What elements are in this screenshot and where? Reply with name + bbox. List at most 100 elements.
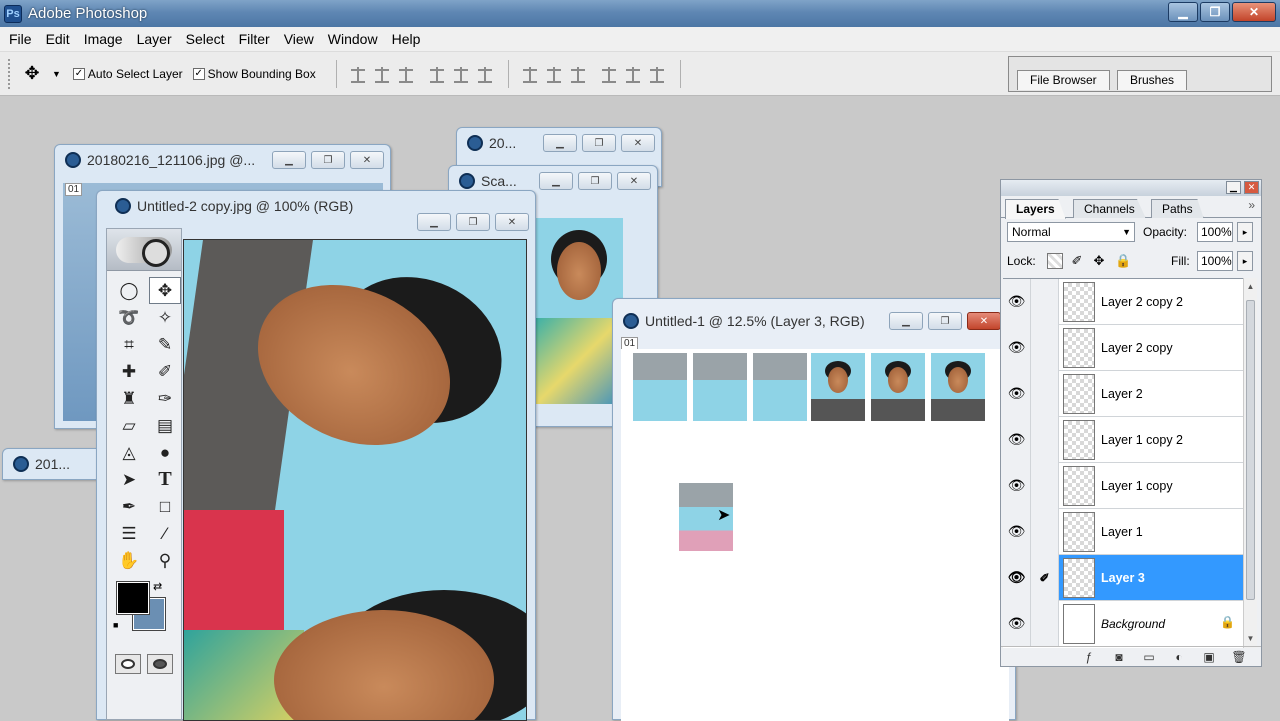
distribute-vertical-centers-icon[interactable] <box>544 66 566 83</box>
toolbox-header[interactable] <box>107 229 181 271</box>
new-layer-icon[interactable]: ▣ <box>1201 650 1217 664</box>
lasso-icon[interactable]: ➰ <box>113 304 145 331</box>
history-brush-icon[interactable]: ✑ <box>149 385 181 412</box>
auto-select-layer-checkbox[interactable]: ✓ <box>72 67 85 80</box>
layer-row[interactable]: 👁 Layer 1 copy 2 <box>1003 416 1243 463</box>
eye-icon[interactable]: 👁 <box>1003 324 1031 371</box>
tab-layers[interactable]: Layers <box>1005 199 1066 219</box>
photo-thumbnail[interactable] <box>811 353 865 421</box>
distribute-right-edges-icon[interactable] <box>647 66 669 83</box>
align-left-edges-icon[interactable] <box>427 66 449 83</box>
move-tool-icon[interactable]: ✥ <box>149 277 181 304</box>
blur-icon[interactable]: ◬ <box>113 439 145 466</box>
align-right-edges-icon[interactable] <box>475 66 497 83</box>
eye-icon[interactable]: 👁 <box>1003 278 1031 325</box>
layer-row-background[interactable]: 👁 Background 🔒 <box>1003 600 1243 647</box>
rectangle-shape-icon[interactable]: □ <box>149 493 181 520</box>
doc-minimize-button[interactable]: ▁ <box>543 134 577 152</box>
untitled-1-canvas[interactable]: ➤ <box>621 349 1009 721</box>
brush-icon[interactable]: ✐ <box>1031 554 1059 601</box>
tab-paths[interactable]: Paths <box>1151 199 1204 218</box>
palette-minimize-button[interactable]: ▁ <box>1226 181 1241 194</box>
auto-select-layer-option[interactable]: ✓ Auto Select Layer <box>72 67 183 81</box>
distribute-top-edges-icon[interactable] <box>520 66 542 83</box>
distribute-left-edges-icon[interactable] <box>599 66 621 83</box>
blend-mode-select[interactable]: Normal ▼ <box>1007 222 1135 242</box>
elliptical-marquee-icon[interactable]: ◯ <box>113 277 145 304</box>
doc-close-button[interactable]: ✕ <box>967 312 1001 330</box>
tab-file-browser[interactable]: File Browser <box>1017 70 1110 90</box>
lock-transparent-pixels-icon[interactable] <box>1047 253 1063 269</box>
eyedropper-icon[interactable]: ⁄ <box>149 520 181 547</box>
photo-thumbnail[interactable] <box>931 353 985 421</box>
layer-link-slot[interactable] <box>1031 462 1059 509</box>
new-group-icon[interactable]: ▭ <box>1141 650 1157 664</box>
hand-icon[interactable]: ✋ <box>113 547 145 574</box>
pen-icon[interactable]: ✒ <box>113 493 145 520</box>
photo-thumbnail[interactable] <box>753 353 807 421</box>
doc-close-button[interactable]: ✕ <box>617 172 651 190</box>
eye-icon[interactable]: 👁 <box>1003 416 1031 463</box>
fill-input[interactable]: 100% <box>1197 251 1233 271</box>
couple-photo-canvas[interactable] <box>183 239 527 721</box>
healing-brush-icon[interactable]: ✚ <box>113 358 145 385</box>
slice-icon[interactable]: ✎ <box>149 331 181 358</box>
menu-file[interactable]: File <box>2 27 39 52</box>
doc-close-button[interactable]: ✕ <box>495 213 529 231</box>
layer-link-slot[interactable] <box>1031 508 1059 555</box>
tab-channels[interactable]: Channels <box>1073 199 1146 218</box>
doc-maximize-button[interactable]: ❐ <box>456 213 490 231</box>
layer-row[interactable]: 👁 Layer 1 <box>1003 508 1243 555</box>
menu-edit[interactable]: Edit <box>39 27 77 52</box>
layer-link-slot[interactable] <box>1031 416 1059 463</box>
opacity-slider-button[interactable]: ▸ <box>1237 222 1253 242</box>
tool-preset-dropdown-icon[interactable]: ▼ <box>52 69 61 79</box>
doc-minimize-button[interactable]: ▁ <box>889 312 923 330</box>
align-top-edges-icon[interactable] <box>348 66 370 83</box>
lock-position-icon[interactable]: ✥ <box>1091 253 1107 269</box>
scroll-thumb[interactable] <box>1246 300 1255 600</box>
layer-row[interactable]: 👁 Layer 2 copy <box>1003 324 1243 371</box>
foreground-color-swatch[interactable] <box>116 581 150 615</box>
align-bottom-edges-icon[interactable] <box>396 66 418 83</box>
palette-close-button[interactable]: ✕ <box>1244 181 1259 194</box>
photo-thumbnail[interactable] <box>633 353 687 421</box>
minimize-button[interactable]: ▁ <box>1168 2 1198 22</box>
document-window-201[interactable]: 201... <box>2 448 102 480</box>
quick-mask-mode-button[interactable] <box>147 654 173 674</box>
eye-icon[interactable]: 👁 <box>1003 370 1031 417</box>
scroll-down-icon[interactable]: ▼ <box>1244 632 1257 646</box>
doc-maximize-button[interactable]: ❐ <box>578 172 612 190</box>
layer-link-slot[interactable] <box>1031 370 1059 417</box>
distribute-horizontal-centers-icon[interactable] <box>623 66 645 83</box>
standard-mode-button[interactable] <box>115 654 141 674</box>
layer-row[interactable]: 👁 Layer 2 <box>1003 370 1243 417</box>
gradient-icon[interactable]: ▤ <box>149 412 181 439</box>
document-title-bar[interactable]: 201... <box>3 449 101 479</box>
crop-icon[interactable]: ⌗ <box>113 331 145 358</box>
doc-maximize-button[interactable]: ❐ <box>582 134 616 152</box>
opacity-input[interactable]: 100% <box>1197 222 1233 242</box>
clone-stamp-icon[interactable]: ♜ <box>113 385 145 412</box>
layers-palette-header[interactable]: ▁ ✕ <box>1001 180 1261 196</box>
menu-help[interactable]: Help <box>385 27 428 52</box>
swap-colors-icon[interactable]: ⇄ <box>153 580 162 593</box>
layers-scrollbar[interactable]: ▲ ▼ <box>1243 278 1257 648</box>
doc-maximize-button[interactable]: ❐ <box>311 151 345 169</box>
document-window-untitled-1[interactable]: Untitled-1 @ 12.5% (Layer 3, RGB) ▁ ❐ ✕ … <box>612 298 1016 721</box>
show-bounding-box-option[interactable]: ✓ Show Bounding Box <box>192 67 316 81</box>
menu-layer[interactable]: Layer <box>130 27 179 52</box>
adjustment-layer-icon[interactable]: ◐ <box>1171 650 1187 664</box>
scanned-photo-canvas[interactable] <box>535 218 623 404</box>
type-tool-icon[interactable]: T <box>149 466 181 493</box>
lock-all-icon[interactable]: 🔒 <box>1115 253 1131 269</box>
eye-icon[interactable]: 👁 <box>1003 462 1031 509</box>
eye-icon[interactable]: 👁 <box>1003 508 1031 555</box>
doc-minimize-button[interactable]: ▁ <box>417 213 451 231</box>
menu-image[interactable]: Image <box>77 27 130 52</box>
brush-icon[interactable]: ✐ <box>149 358 181 385</box>
path-selection-icon[interactable]: ➤ <box>113 466 145 493</box>
restore-button[interactable]: ❐ <box>1200 2 1230 22</box>
trash-icon[interactable]: 🗑 <box>1231 650 1247 664</box>
doc-minimize-button[interactable]: ▁ <box>272 151 306 169</box>
